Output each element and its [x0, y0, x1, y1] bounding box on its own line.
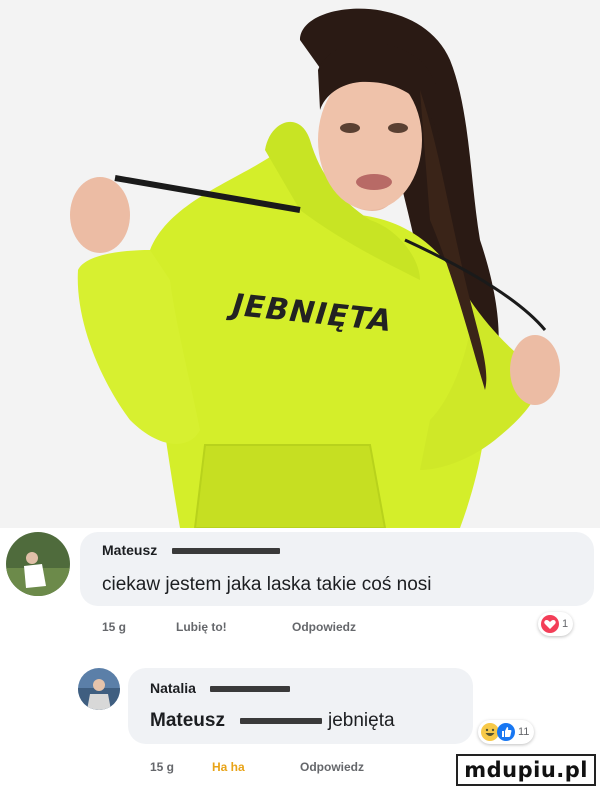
comment-author[interactable]: Mateusz — [102, 542, 157, 558]
comment-bubble: Mateusz ciekaw jestem jaka laska takie c… — [80, 532, 594, 606]
comments-section: Mateusz ciekaw jestem jaka laska takie c… — [0, 528, 600, 792]
like-reaction-icon — [497, 723, 515, 741]
post-photo[interactable]: JEBNIĘTA — [0, 0, 600, 528]
comment-time[interactable]: 15 g — [102, 620, 126, 634]
reaction-summary[interactable]: 11 — [478, 720, 535, 744]
reaction-summary[interactable]: 1 — [538, 612, 574, 636]
haha-link[interactable]: Ha ha — [212, 760, 245, 774]
comment-text: jebnięta — [328, 710, 395, 731]
reply-link[interactable]: Odpowiedz — [300, 760, 364, 774]
reaction-count: 11 — [518, 726, 530, 738]
redaction-bar — [172, 548, 280, 554]
avatar[interactable] — [6, 532, 70, 596]
comment-bubble: Natalia Mateusz jebnięta — [128, 668, 473, 744]
comment-actions: 15 g Ha ha Odpowiedz — [150, 760, 450, 776]
site-watermark: mdupiu.pl — [456, 754, 596, 786]
redaction-bar — [210, 686, 290, 692]
comment-text: ciekaw jestem jaka laska takie coś nosi — [102, 574, 432, 595]
like-link[interactable]: Lubię to! — [176, 620, 227, 634]
reply-link[interactable]: Odpowiedz — [292, 620, 356, 634]
avatar[interactable] — [78, 668, 120, 710]
comment-actions: 15 g Lubię to! Odpowiedz — [102, 620, 502, 636]
comment-author[interactable]: Natalia — [150, 680, 196, 696]
redaction-bar — [240, 718, 322, 724]
comment-time[interactable]: 15 g — [150, 760, 174, 774]
mention-link[interactable]: Mateusz — [150, 710, 225, 732]
reaction-count: 1 — [562, 618, 569, 630]
woman-in-hoodie-image — [0, 0, 600, 528]
love-reaction-icon — [541, 615, 559, 633]
